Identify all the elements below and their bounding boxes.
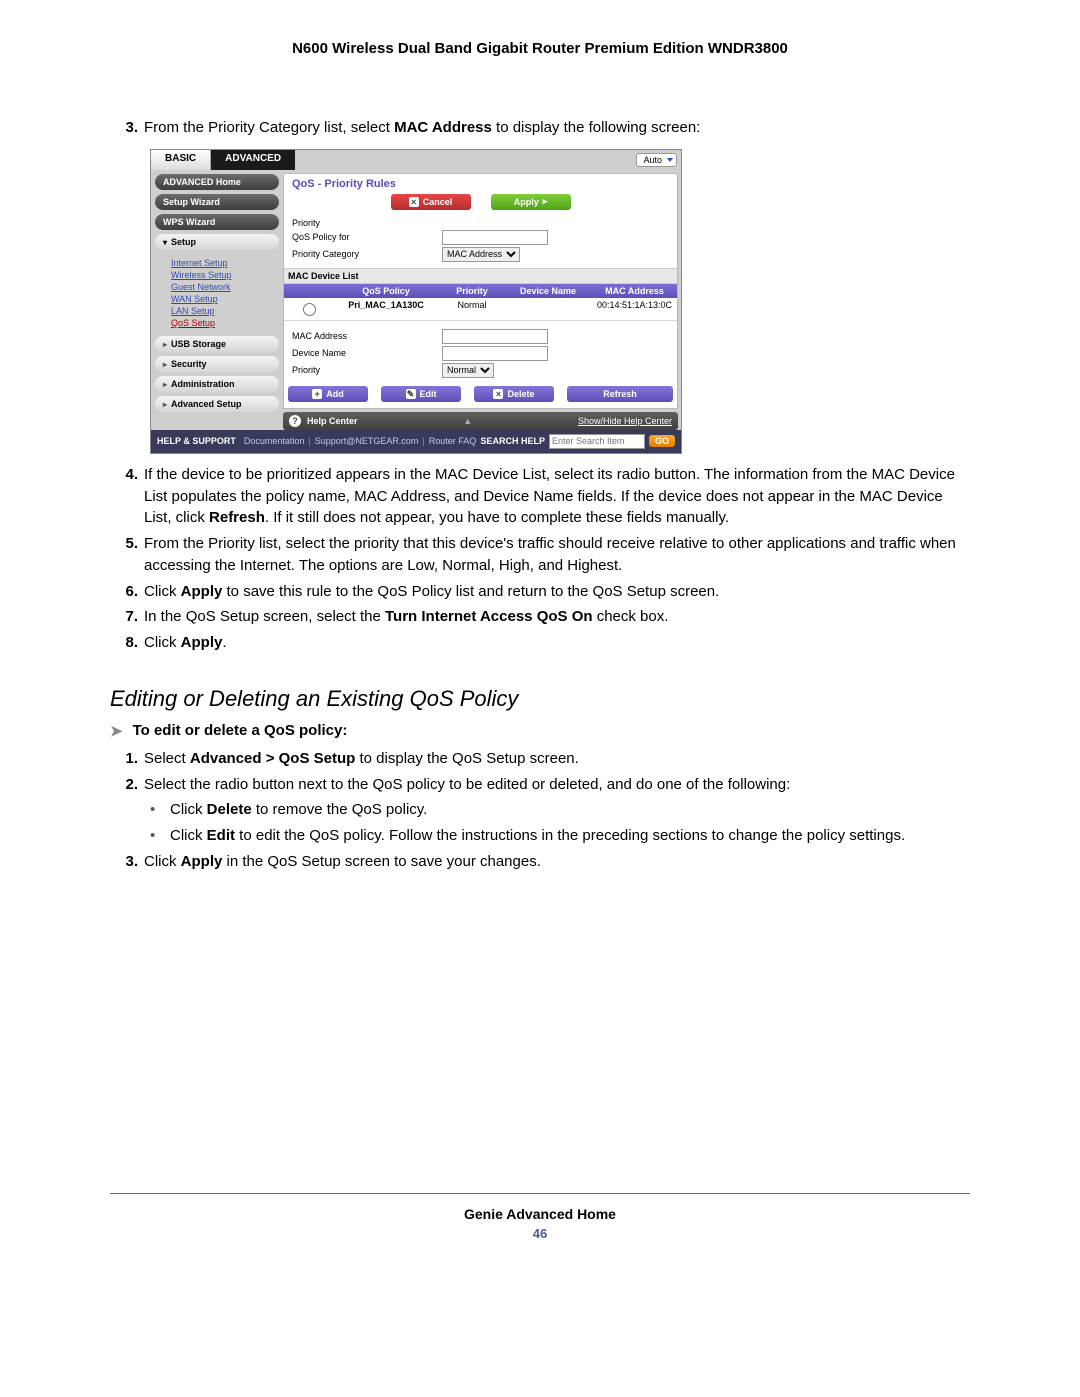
step-number: 4.: [110, 464, 144, 529]
link-documentation[interactable]: Documentation: [244, 436, 305, 446]
pencil-icon: ✎: [406, 389, 416, 399]
link-internet-setup[interactable]: Internet Setup: [171, 258, 279, 268]
apply-button[interactable]: Apply ▸: [491, 194, 571, 210]
bullet-delete: • Click Delete to remove the QoS policy.: [138, 799, 970, 821]
help-center-bar: ? Help Center ▲ Show/Hide Help Center: [283, 412, 678, 430]
section-heading: Editing or Deleting an Existing QoS Poli…: [110, 686, 970, 712]
footer-title: Genie Advanced Home: [110, 1206, 970, 1222]
step-number: 7.: [110, 606, 144, 628]
step-6: 6. Click Apply to save this rule to the …: [110, 581, 970, 603]
router-screenshot: BASIC ADVANCED Auto ADVANCED Home Setup …: [150, 149, 682, 454]
page-number: 46: [110, 1226, 970, 1241]
triangle-up-icon[interactable]: ▲: [358, 416, 578, 426]
link-wireless-setup[interactable]: Wireless Setup: [171, 270, 279, 280]
edit-step-2: 2. Select the radio button next to the Q…: [110, 774, 970, 796]
step-number: 5.: [110, 533, 144, 577]
sidebar-item-setup-wizard[interactable]: Setup Wizard: [155, 194, 279, 210]
edit-step-1: 1. Select Advanced > QoS Setup to displa…: [110, 748, 970, 770]
step-number: 1.: [110, 748, 144, 770]
document-header: N600 Wireless Dual Band Gigabit Router P…: [110, 40, 970, 57]
label-device-name: Device Name: [292, 348, 442, 358]
priority-category-select[interactable]: MAC Address: [442, 247, 520, 262]
close-icon: ×: [409, 197, 419, 207]
mac-device-list-header: MAC Device List: [284, 268, 677, 284]
cancel-button[interactable]: × Cancel: [391, 194, 471, 210]
device-table-header: QoS Policy Priority Device Name MAC Addr…: [284, 284, 677, 298]
sidebar-item-wps-wizard[interactable]: WPS Wizard: [155, 214, 279, 230]
device-radio[interactable]: [303, 303, 316, 316]
step-number: 8.: [110, 632, 144, 654]
bullet-edit: • Click Edit to edit the QoS policy. Fol…: [138, 825, 970, 847]
add-button[interactable]: + Add: [288, 386, 368, 402]
priority-select[interactable]: Normal: [442, 363, 494, 378]
search-help-label: SEARCH HELP: [480, 436, 545, 446]
edit-step-3: 3. Click Apply in the QoS Setup screen t…: [110, 851, 970, 873]
question-icon: ?: [289, 415, 301, 427]
sidebar-item-home[interactable]: ADVANCED Home: [155, 174, 279, 190]
step-number: 2.: [110, 774, 144, 796]
sidebar-sublinks: Internet Setup Wireless Setup Guest Netw…: [155, 254, 279, 336]
auto-dropdown[interactable]: Auto: [636, 153, 677, 167]
tab-advanced[interactable]: ADVANCED: [211, 150, 295, 170]
support-label: HELP & SUPPORT: [157, 436, 236, 446]
sidebar-item-advanced-setup[interactable]: Advanced Setup: [155, 396, 279, 412]
label-mac-address: MAC Address: [292, 331, 442, 341]
search-help-input[interactable]: [549, 434, 645, 449]
step-number: 3.: [110, 851, 144, 873]
step-number: 6.: [110, 581, 144, 603]
edit-button[interactable]: ✎ Edit: [381, 386, 461, 402]
sidebar-item-admin[interactable]: Administration: [155, 376, 279, 392]
step-4: 4. If the device to be prioritized appea…: [110, 464, 970, 529]
qos-policy-for-input[interactable]: [442, 230, 548, 245]
link-support-email[interactable]: Support@NETGEAR.com: [315, 436, 419, 446]
label-priority-2: Priority: [292, 365, 442, 375]
link-lan-setup[interactable]: LAN Setup: [171, 306, 279, 316]
label-priority: Priority: [292, 218, 442, 228]
main-panel: QoS - Priority Rules × Cancel Apply ▸ Pr…: [283, 173, 678, 409]
step-7: 7. In the QoS Setup screen, select the T…: [110, 606, 970, 628]
instruction-lead: ➤ To edit or delete a QoS policy:: [110, 722, 970, 740]
step-number: 3.: [110, 117, 144, 139]
sidebar-item-setup[interactable]: Setup: [155, 234, 279, 250]
device-name-input[interactable]: [442, 346, 548, 361]
link-qos-setup[interactable]: QoS Setup: [171, 318, 279, 328]
device-table-row: Pri_MAC_1A130C Normal 00:14:51:1A:13:0C: [284, 298, 677, 321]
step-5: 5. From the Priority list, select the pr…: [110, 533, 970, 577]
showhide-help-link[interactable]: Show/Hide Help Center: [578, 416, 672, 426]
tab-basic[interactable]: BASIC: [151, 150, 211, 170]
help-center-label: Help Center: [307, 416, 358, 426]
support-bar: HELP & SUPPORT Documentation | Support@N…: [151, 430, 681, 453]
sidebar-item-usb[interactable]: USB Storage: [155, 336, 279, 352]
delete-button[interactable]: × Delete: [474, 386, 554, 402]
bullet-icon: •: [138, 825, 170, 847]
plus-icon: +: [312, 389, 322, 399]
link-guest-network[interactable]: Guest Network: [171, 282, 279, 292]
sidebar-item-security[interactable]: Security: [155, 356, 279, 372]
refresh-button[interactable]: Refresh: [567, 386, 673, 402]
chevron-right-icon: ➤: [110, 722, 123, 740]
mac-address-input[interactable]: [442, 329, 548, 344]
page-footer: Genie Advanced Home 46: [110, 1193, 970, 1241]
close-icon: ×: [493, 389, 503, 399]
link-router-faq[interactable]: Router FAQ: [429, 436, 477, 446]
step-3: 3. From the Priority Category list, sele…: [110, 117, 970, 139]
step-8: 8. Click Apply.: [110, 632, 970, 654]
go-button[interactable]: GO: [649, 435, 675, 447]
chevron-right-icon: ▸: [543, 196, 548, 207]
panel-title: QoS - Priority Rules: [292, 178, 669, 190]
link-wan-setup[interactable]: WAN Setup: [171, 294, 279, 304]
bullet-icon: •: [138, 799, 170, 821]
sidebar: ADVANCED Home Setup Wizard WPS Wizard Se…: [151, 170, 283, 430]
label-priority-category: Priority Category: [292, 249, 442, 259]
label-qos-policy-for: QoS Policy for: [292, 232, 442, 242]
